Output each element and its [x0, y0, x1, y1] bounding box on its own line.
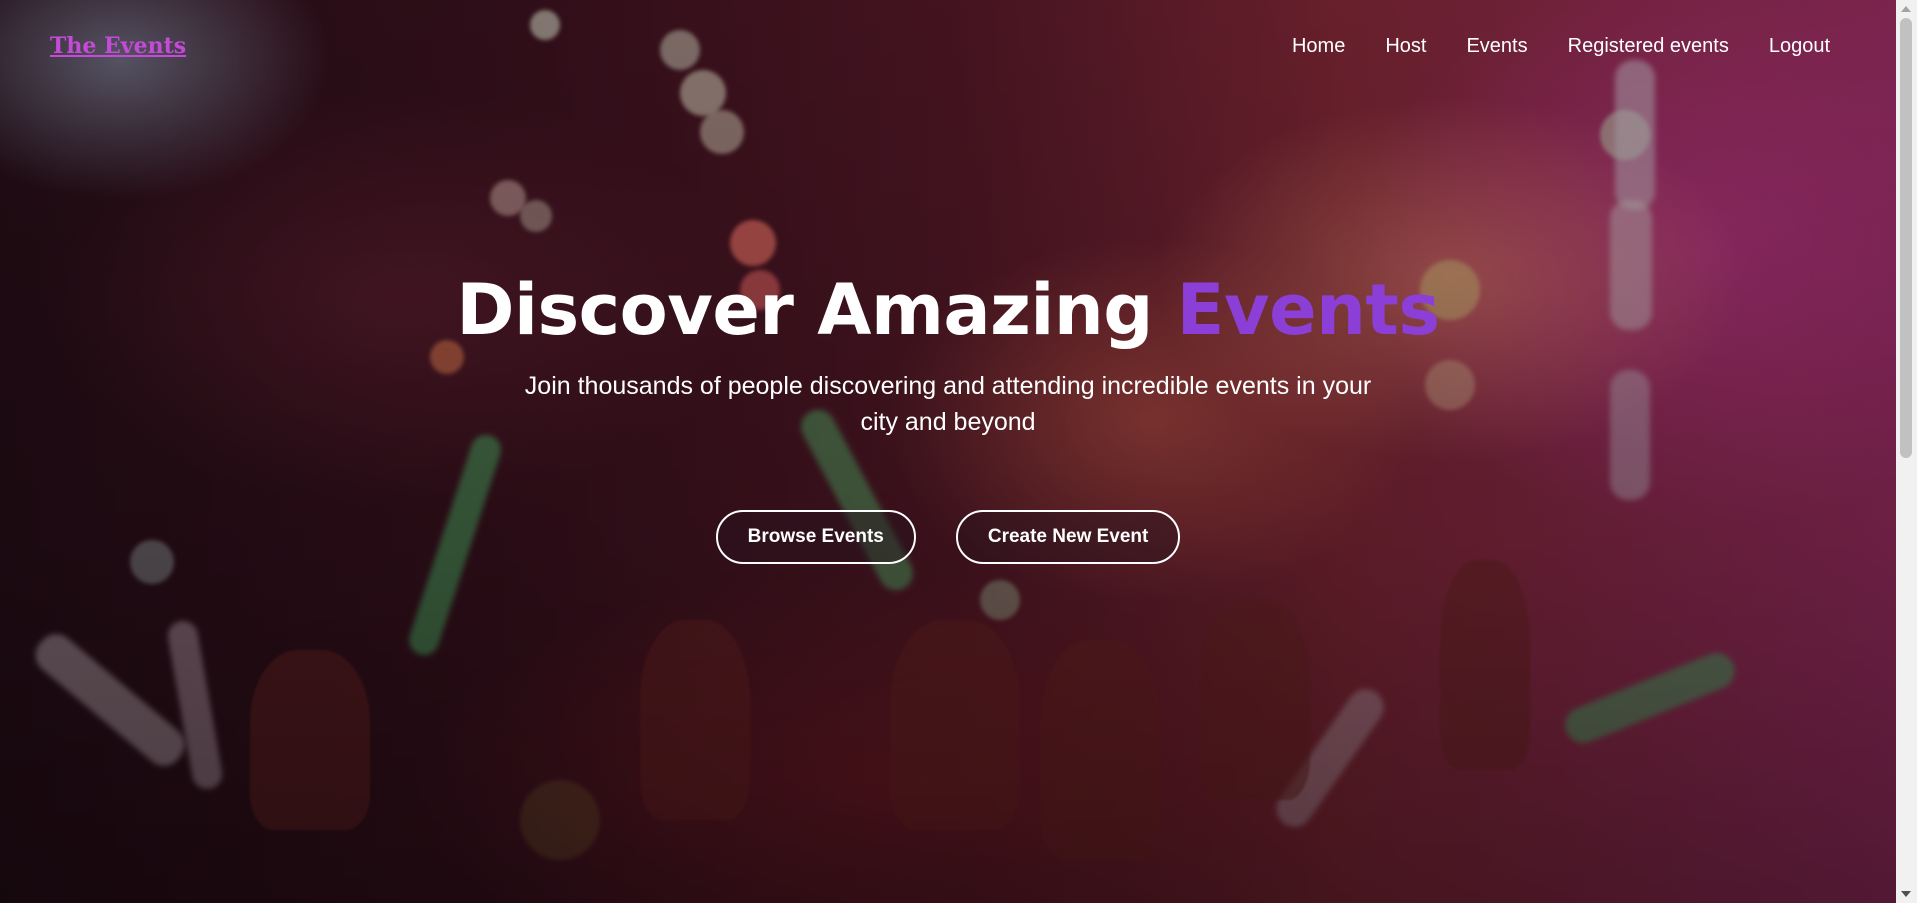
nav-events[interactable]: Events: [1466, 35, 1527, 58]
nav-registered-events[interactable]: Registered events: [1568, 35, 1729, 58]
nav-links: Home Host Events Registered events Logou…: [1292, 35, 1830, 58]
browse-events-button[interactable]: Browse Events: [715, 510, 916, 564]
hero-buttons: Browse Events Create New Event: [0, 510, 1896, 564]
hero-title: Discover Amazing Events: [0, 262, 1896, 358]
nav-host[interactable]: Host: [1385, 35, 1426, 58]
create-new-event-button[interactable]: Create New Event: [955, 510, 1181, 564]
brand-logo-link[interactable]: The Events: [50, 33, 186, 59]
landing-page: The Events Home Host Events Registered e…: [0, 0, 1917, 903]
navbar: The Events Home Host Events Registered e…: [0, 0, 1917, 92]
page-scrollbar[interactable]: [1896, 0, 1917, 903]
scroll-down-arrow-icon[interactable]: [1901, 891, 1911, 897]
hero-section: Discover Amazing Events Join thousands o…: [0, 262, 1896, 564]
scrollbar-thumb[interactable]: [1900, 18, 1912, 458]
hero-subtitle: Join thousands of people discovering and…: [524, 372, 1372, 436]
nav-logout[interactable]: Logout: [1769, 35, 1830, 58]
nav-home[interactable]: Home: [1292, 35, 1345, 58]
hero-title-accent: Events: [1176, 269, 1440, 351]
scroll-up-arrow-icon[interactable]: [1901, 6, 1911, 12]
hero-title-main: Discover Amazing: [456, 269, 1153, 351]
